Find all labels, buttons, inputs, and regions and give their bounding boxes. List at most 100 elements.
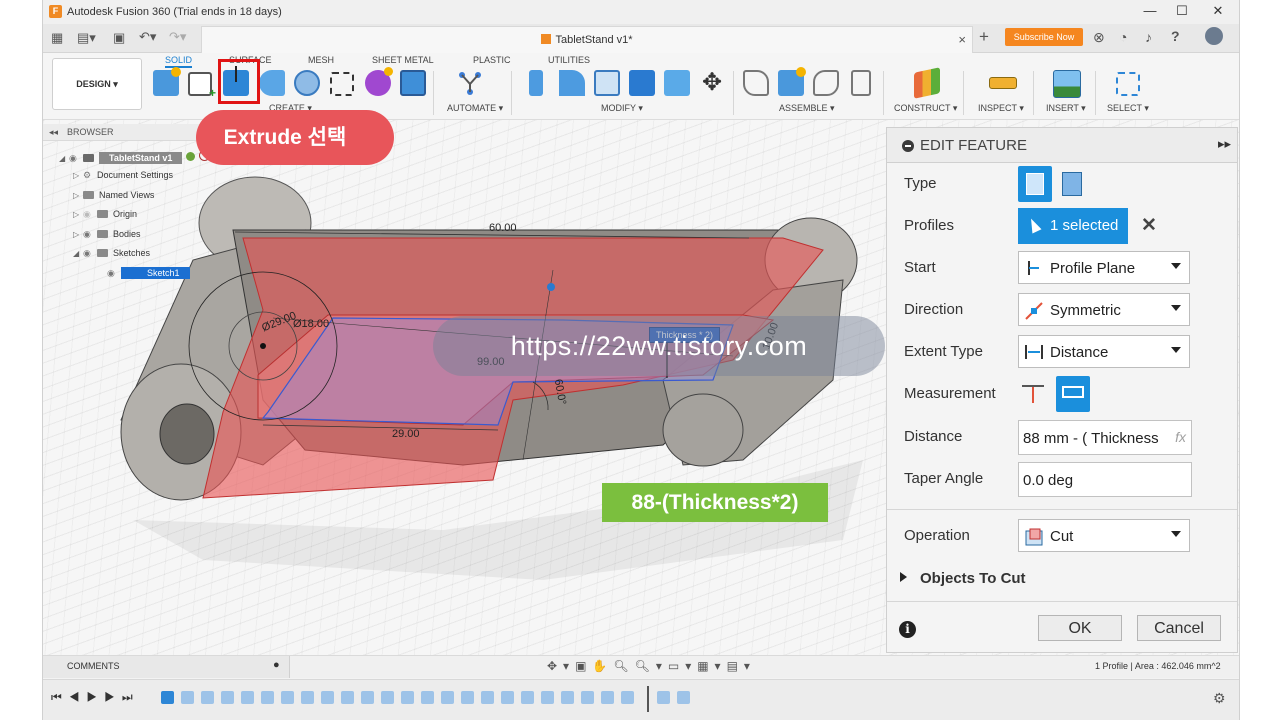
timeline-item[interactable] [201, 691, 214, 704]
clear-selection-icon[interactable]: ✕ [1141, 214, 1157, 237]
measurement-half-length-button[interactable] [1022, 385, 1044, 403]
browser-document-settings[interactable]: ▷ ⚙ Document Settings [73, 170, 173, 181]
document-tab[interactable]: TabletStand v1* × [201, 26, 973, 53]
timeline-item[interactable] [301, 691, 314, 704]
as-built-joint-icon[interactable] [813, 70, 839, 96]
new-tab-button[interactable]: + [979, 27, 989, 47]
undo-icon[interactable]: ↶▾ [139, 29, 156, 45]
expand-triangle-icon[interactable]: ▷ [73, 171, 83, 180]
timeline-item[interactable] [541, 691, 554, 704]
modify-menu[interactable]: MODIFY ▾ [601, 103, 643, 114]
expand-triangle-icon[interactable]: ▷ [73, 230, 83, 239]
timeline-item[interactable] [281, 691, 294, 704]
new-component-assemble-icon[interactable] [778, 67, 806, 96]
user-avatar[interactable] [1205, 27, 1223, 45]
timeline-item[interactable] [561, 691, 574, 704]
tab-solid[interactable]: SOLID [165, 55, 193, 68]
timeline-item[interactable] [421, 691, 434, 704]
extent-type-dropdown[interactable]: Distance [1018, 335, 1190, 368]
navigation-toolbar[interactable]: ✥▾▣✋🔍︎🔍︎▾▭▾▦▾▤▾ [547, 659, 756, 673]
construct-menu[interactable]: CONSTRUCT ▾ [894, 103, 957, 114]
create-sketch-icon[interactable]: + [188, 72, 216, 100]
browser-bodies[interactable]: ▷ ◉ Bodies [73, 229, 141, 240]
direction-dropdown[interactable]: Symmetric [1018, 293, 1190, 326]
timeline-item[interactable] [321, 691, 334, 704]
timeline-item[interactable] [361, 691, 374, 704]
eye-hidden-icon[interactable]: ◉ [83, 209, 97, 220]
timeline-item[interactable] [221, 691, 234, 704]
timeline-playback-controls[interactable]: ⏮◀▶▶⏭ [51, 690, 140, 705]
timeline-item[interactable] [381, 691, 394, 704]
start-dropdown[interactable]: Profile Plane [1018, 251, 1190, 284]
offset-plane-icon[interactable] [914, 67, 940, 99]
dimension-dia-18[interactable]: Ø18.00 [293, 318, 329, 330]
minimize-button[interactable]: — [1135, 3, 1165, 18]
notifications-icon[interactable]: ♪ [1145, 29, 1152, 45]
type-solid-button[interactable] [1018, 166, 1052, 202]
split-body-icon[interactable] [664, 70, 690, 96]
expand-triangle-icon[interactable] [900, 572, 907, 582]
shell-icon[interactable] [594, 70, 620, 96]
timeline-item[interactable] [461, 691, 474, 704]
close-window-button[interactable]: ✕ [1203, 3, 1233, 19]
timeline-item[interactable] [501, 691, 514, 704]
taper-angle-input[interactable]: 0.0 deg [1018, 462, 1192, 497]
cancel-button[interactable]: Cancel [1137, 615, 1221, 641]
joint-icon[interactable] [743, 70, 769, 96]
job-status-icon[interactable]: ◔ [1119, 29, 1127, 45]
rigid-group-icon[interactable] [851, 70, 871, 96]
browser-root[interactable]: ◢ ◉ TabletStand v1 [59, 150, 211, 164]
timeline-item[interactable] [341, 691, 354, 704]
collapse-panel-icon[interactable] [902, 140, 914, 152]
file-menu-icon[interactable]: ▤▾ [77, 30, 96, 46]
ok-button[interactable]: OK [1038, 615, 1122, 641]
expand-triangle-icon[interactable]: ▷ [73, 191, 83, 200]
insert-menu[interactable]: INSERT ▾ [1046, 103, 1086, 114]
eye-icon[interactable]: ◉ [69, 153, 83, 164]
timeline-item[interactable] [677, 691, 690, 704]
automate-menu[interactable]: AUTOMATE ▾ [447, 103, 503, 114]
redo-icon[interactable]: ↷▾ [169, 29, 186, 45]
insert-image-icon[interactable] [1053, 70, 1081, 98]
inspect-menu[interactable]: INSPECT ▾ [978, 103, 1024, 114]
distance-input[interactable]: 88 mm - ( Thickness fx [1018, 420, 1192, 455]
comments-panel[interactable]: COMMENTS ● [43, 656, 290, 678]
add-comment-icon[interactable]: ● [273, 659, 280, 671]
collapse-browser-icon[interactable]: ◂◂ [49, 124, 58, 140]
rectangular-pattern-icon[interactable] [330, 72, 354, 96]
select-menu[interactable]: SELECT ▾ [1107, 103, 1149, 114]
tab-plastic[interactable]: PLASTIC [473, 55, 511, 65]
timeline-item[interactable] [161, 691, 174, 704]
tab-mesh[interactable]: MESH [308, 55, 334, 65]
timeline-item[interactable] [401, 691, 414, 704]
timeline-item[interactable] [241, 691, 254, 704]
select-icon[interactable] [1116, 72, 1140, 96]
close-tab-button[interactable]: × [958, 32, 966, 47]
help-icon[interactable]: ? [1171, 28, 1180, 44]
workspace-switcher[interactable]: DESIGN ▾ [52, 58, 142, 110]
tab-sheet-metal[interactable]: SHEET METAL [372, 55, 434, 65]
browser-sketches[interactable]: ◢ ◉ Sketches [73, 248, 150, 259]
measure-icon[interactable] [989, 77, 1017, 89]
type-thin-button[interactable] [1062, 172, 1082, 196]
timeline-item[interactable] [261, 691, 274, 704]
edit-feature-header[interactable]: EDIT FEATURE ▸▸ [887, 128, 1237, 163]
move-copy-icon[interactable]: ✥ [699, 70, 725, 96]
timeline[interactable]: ⏮◀▶▶⏭ ⚙ [43, 679, 1239, 720]
automate-icon[interactable] [457, 70, 483, 96]
revolve-icon[interactable] [259, 70, 285, 96]
measurement-whole-length-button[interactable] [1056, 376, 1090, 412]
eye-icon[interactable]: ◉ [107, 268, 121, 279]
new-component-icon[interactable] [153, 67, 181, 96]
timeline-item[interactable] [581, 691, 594, 704]
eye-icon[interactable]: ◉ [83, 229, 97, 240]
app-grid-icon[interactable]: ▦ [51, 30, 63, 46]
tab-utilities[interactable]: UTILITIES [548, 55, 590, 65]
timeline-item[interactable] [657, 691, 670, 704]
timeline-item[interactable] [481, 691, 494, 704]
objects-to-cut-row[interactable]: Objects To Cut [887, 560, 1237, 596]
browser-sketch1[interactable]: ◉ Sketch1 [107, 267, 190, 279]
form-icon[interactable] [365, 67, 393, 96]
extensions-icon[interactable]: ⊗ [1093, 29, 1105, 46]
timeline-marker[interactable] [647, 686, 649, 712]
